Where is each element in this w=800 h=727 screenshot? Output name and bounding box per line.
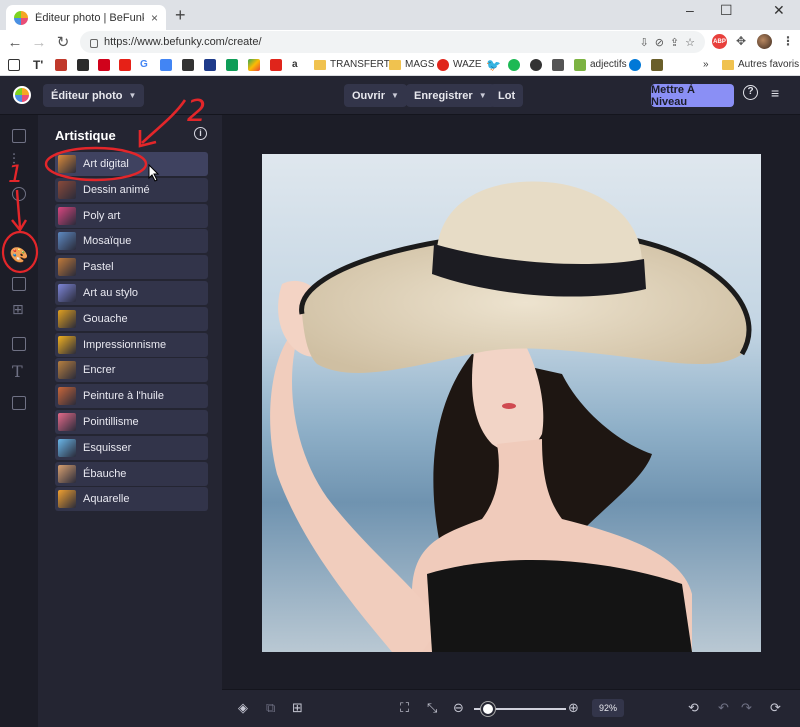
annotation-arrow-2 (141, 99, 187, 144)
mouse-cursor-icon (148, 163, 160, 182)
annotation-overlay (1, 99, 187, 274)
annotation-circle-palette (1, 230, 39, 274)
annotation-arrow-1 (15, 189, 22, 229)
annotation-step-1: 1 (8, 160, 24, 188)
annotation-step-2: 2 (187, 94, 207, 129)
annotation-circle-art-digital (44, 146, 148, 182)
